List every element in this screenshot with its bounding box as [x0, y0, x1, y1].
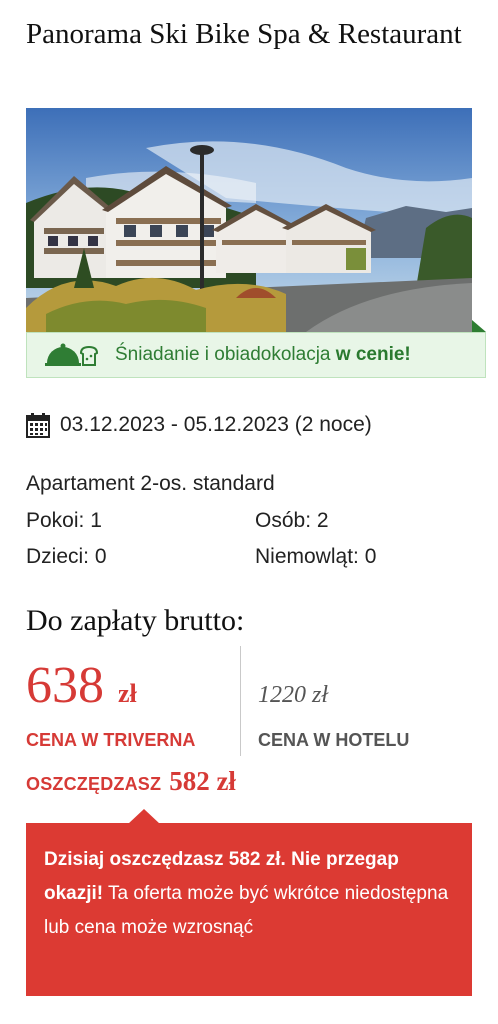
savings-amount: 582 zł	[169, 766, 236, 796]
children-count: Dzieci: 0	[26, 545, 107, 568]
persons-count: Osób: 2	[255, 509, 329, 532]
price-divider	[240, 646, 241, 756]
rooms-count: Pokoi: 1	[26, 509, 102, 532]
triverna-price-value: 638	[26, 657, 104, 714]
hotel-title: Panorama Ski Bike Spa & Restaurant	[26, 18, 462, 50]
room-type: Apartament 2-os. standard	[26, 472, 275, 495]
meals-included-badge: Śniadanie i obiadokolacja w cenie!	[26, 332, 486, 378]
meals-included-text: Śniadanie i obiadokolacja w cenie!	[115, 344, 411, 366]
calendar-icon	[26, 412, 50, 438]
urgency-alert: Dzisiaj oszczędzasz 582 zł. Nie przegap …	[26, 823, 472, 996]
cloche-bread-icon	[45, 341, 103, 369]
alert-text: Ta oferta może być wkrótce niedostępna l…	[44, 883, 449, 938]
payment-title: Do zapłaty brutto:	[26, 604, 245, 637]
meals-included-label: Śniadanie i obiadokolacja	[115, 344, 336, 365]
alert-pointer	[128, 809, 160, 824]
hotel-price: 1220 zł	[258, 682, 329, 708]
triverna-price: 638 zł	[26, 656, 137, 716]
meals-included-emphasis: w cenie!	[335, 344, 411, 365]
savings-label: OSZCZĘDZASZ	[26, 774, 162, 794]
savings-line: OSZCZĘDZASZ 582 zł	[26, 766, 236, 797]
triverna-price-label: CENA W TRIVERNA	[26, 730, 196, 750]
hotel-price-label: CENA W HOTELU	[258, 730, 410, 750]
infants-count: Niemowląt: 0	[255, 545, 377, 568]
badge-corner-decoration	[472, 320, 486, 332]
stay-dates: 03.12.2023 - 05.12.2023 (2 noce)	[26, 412, 372, 438]
stay-dates-text: 03.12.2023 - 05.12.2023 (2 noce)	[60, 413, 372, 436]
hotel-photo-illustration	[26, 108, 472, 332]
hotel-photo[interactable]	[26, 108, 472, 332]
triverna-price-currency: zł	[118, 679, 137, 708]
